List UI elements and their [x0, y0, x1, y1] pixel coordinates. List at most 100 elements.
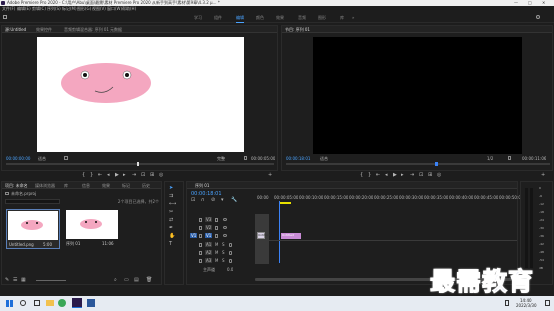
timeline-clip-v1[interactable]: Untitled — [257, 232, 270, 239]
insert-icon[interactable]: ⊡ — [141, 172, 145, 178]
play-icon[interactable]: ▶ — [393, 172, 397, 178]
menu-edit[interactable]: 编辑(E) — [17, 6, 31, 11]
master-value[interactable]: 0.0 — [227, 267, 233, 272]
step-forward-icon[interactable]: ▸ — [123, 172, 126, 178]
search-icon[interactable]: ⌕ — [114, 277, 117, 283]
tab-info[interactable]: 信息 — [82, 183, 90, 189]
mark-in-icon[interactable]: { — [82, 172, 85, 178]
menu-window[interactable]: 窗口(W) — [107, 6, 122, 11]
step-back-icon[interactable]: ◂ — [385, 172, 388, 178]
lift-icon[interactable]: ⊡ — [419, 172, 423, 178]
track-label[interactable]: V1 — [205, 233, 213, 238]
tab-project[interactable]: 项目: 未命名 — [5, 183, 28, 189]
write-lock-icon[interactable]: ✎ — [5, 277, 9, 283]
notification-icon[interactable] — [545, 300, 550, 306]
tab-libraries[interactable]: 库 — [64, 183, 68, 189]
word-icon[interactable] — [87, 299, 95, 307]
track-label[interactable]: V3 — [205, 217, 213, 222]
source-scrubber[interactable] — [6, 162, 274, 166]
menu-sequence[interactable]: 序列(S) — [47, 6, 61, 11]
workspace-assembly[interactable]: 组件 — [214, 15, 222, 21]
play-icon[interactable]: ▶ — [115, 172, 119, 178]
microphone-icon[interactable] — [229, 251, 232, 255]
step-back-icon[interactable]: ◂ — [107, 172, 110, 178]
track-label[interactable]: A2 — [205, 250, 213, 255]
track-label[interactable]: A1 — [205, 242, 213, 247]
tab-history[interactable]: 历史 — [142, 183, 150, 189]
add-button-icon[interactable]: + — [268, 172, 272, 178]
mark-out-icon[interactable]: } — [90, 172, 93, 178]
overwrite-icon[interactable]: ⊞ — [150, 172, 154, 178]
program-resolution-select[interactable]: 1/2 — [487, 156, 493, 161]
nest-icon[interactable]: ⊡ — [191, 197, 195, 203]
sync-lock-icon[interactable] — [215, 234, 218, 238]
selection-tool-icon[interactable]: ➤ — [169, 185, 173, 191]
close-button[interactable]: ✕ — [542, 0, 545, 5]
microphone-icon[interactable] — [229, 243, 232, 247]
microphone-icon[interactable] — [229, 259, 232, 263]
file-explorer-icon[interactable] — [46, 300, 54, 306]
source-patch-v1[interactable]: V1 — [190, 233, 198, 238]
mute-button[interactable]: M — [215, 242, 218, 247]
track-label[interactable]: A3 — [205, 258, 213, 263]
razor-tool-icon[interactable]: ✂ — [169, 209, 173, 215]
export-frame-icon[interactable]: ◎ — [159, 172, 163, 178]
tab-source[interactable]: 源:Untitled — [5, 27, 26, 33]
go-to-out-icon[interactable]: ⇥ — [410, 172, 414, 178]
menu-file[interactable]: 文件(F) — [2, 6, 15, 11]
workspace-audio[interactable]: 音频 — [298, 15, 306, 21]
extract-icon[interactable]: ⊞ — [428, 172, 432, 178]
mute-button[interactable]: M — [215, 258, 218, 263]
mark-out-icon[interactable]: } — [368, 172, 371, 178]
workspace-editing[interactable]: 编辑 — [236, 15, 244, 23]
type-tool-icon[interactable]: T — [169, 241, 172, 247]
timeline-clip-pink[interactable]: Untitled — [281, 233, 301, 239]
workspace-graphics[interactable]: 图形 — [318, 15, 326, 21]
tab-media-browser[interactable]: 媒体浏览器 — [35, 183, 55, 189]
lock-icon[interactable] — [199, 218, 202, 222]
pen-tool-icon[interactable]: ✒ — [169, 225, 173, 231]
sync-lock-icon[interactable] — [215, 226, 218, 230]
maximize-button[interactable]: □ — [528, 0, 532, 5]
eye-icon[interactable] — [223, 226, 227, 229]
search-icon[interactable] — [20, 300, 26, 306]
search-icon[interactable] — [536, 15, 540, 19]
sync-lock-icon[interactable] — [215, 218, 218, 222]
project-item-sequence[interactable]: 序列 01 11:06 — [64, 209, 120, 249]
task-view-icon[interactable] — [34, 300, 40, 306]
go-to-in-icon[interactable]: ⇤ — [98, 172, 102, 178]
step-forward-icon[interactable]: ▸ — [401, 172, 404, 178]
timeline-clip-grey[interactable] — [255, 214, 269, 264]
tab-metadata[interactable]: 元数据 — [110, 27, 122, 33]
program-timecode-in[interactable]: 00:00:18:01 — [286, 156, 310, 161]
project-search-input[interactable] — [5, 199, 60, 204]
timeline-ruler[interactable]: 00:00 00:00:05:00 00:00:10:00 00:00:15:0… — [255, 192, 523, 202]
solo-button[interactable]: S — [222, 250, 225, 255]
eye-icon[interactable] — [223, 234, 227, 237]
program-fit-select[interactable]: 适合 — [320, 156, 328, 161]
minimize-button[interactable]: — — [514, 0, 518, 5]
snap-icon[interactable]: ∩ — [201, 197, 205, 203]
add-marker-icon[interactable]: ▾ — [221, 197, 224, 203]
slip-tool-icon[interactable]: ⇄ — [169, 217, 173, 223]
source-fit-select[interactable]: 适合 — [38, 156, 46, 161]
go-to-in-icon[interactable]: ⇤ — [376, 172, 380, 178]
mute-button[interactable]: M — [215, 250, 218, 255]
menu-help[interactable]: 帮助(H) — [122, 6, 136, 11]
lock-icon[interactable] — [199, 251, 202, 255]
workspace-libraries[interactable]: 库 — [340, 15, 344, 21]
program-playhead-icon[interactable] — [435, 162, 438, 166]
wrench-icon[interactable] — [508, 156, 511, 160]
mark-in-icon[interactable]: { — [360, 172, 363, 178]
browser-icon[interactable] — [58, 299, 66, 307]
program-scrubber[interactable] — [286, 162, 550, 166]
icon-view-icon[interactable]: ▦ — [21, 277, 26, 283]
lock-icon[interactable] — [199, 259, 202, 263]
track-select-tool-icon[interactable]: ⇉ — [169, 193, 173, 199]
settings-icon[interactable]: 🔧 — [231, 197, 237, 203]
export-frame-icon[interactable]: ◎ — [437, 172, 441, 178]
workspace-learn[interactable]: 学习 — [194, 15, 202, 21]
eye-icon[interactable] — [223, 218, 227, 221]
ripple-edit-tool-icon[interactable]: ⟷ — [169, 201, 176, 207]
source-timecode-in[interactable]: 00:00:00:00 — [6, 156, 30, 161]
